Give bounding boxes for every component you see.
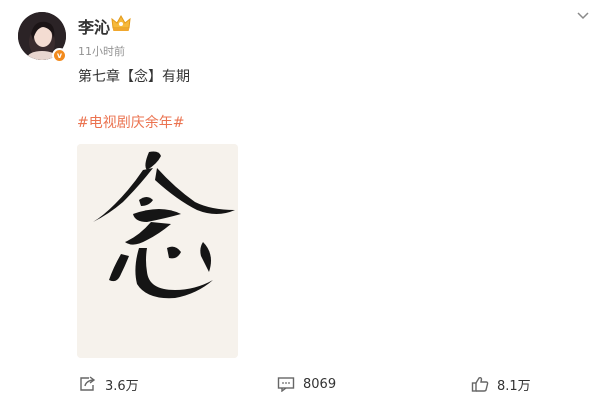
repost-icon xyxy=(80,376,96,391)
post-image[interactable] xyxy=(77,144,238,358)
author-name[interactable]: 李沁 xyxy=(78,14,110,38)
crown-icon[interactable] xyxy=(110,13,132,33)
action-bar: 3.6万 8069 8.1万 xyxy=(0,372,596,396)
post-timestamp[interactable]: 11小时前 xyxy=(78,43,125,59)
comment-count: 8069 xyxy=(303,376,337,392)
verified-badge-icon: v xyxy=(52,48,67,63)
post-text: 第七章【念】有期 xyxy=(78,69,190,85)
like-icon xyxy=(471,376,489,392)
chevron-down-icon[interactable] xyxy=(576,10,590,22)
repost-button[interactable]: 3.6万 xyxy=(79,372,139,396)
comment-icon xyxy=(277,377,295,392)
comment-button[interactable]: 8069 xyxy=(277,372,336,396)
like-count: 8.1万 xyxy=(497,378,531,394)
like-button[interactable]: 8.1万 xyxy=(471,372,531,396)
hashtag-link[interactable]: #电视剧庆余年# xyxy=(77,112,184,132)
repost-count: 3.6万 xyxy=(105,378,139,394)
weibo-post: v 李沁 11小时前 第七章【念】有期 #电视剧庆余年# 3.6万 8069 8… xyxy=(0,0,596,412)
